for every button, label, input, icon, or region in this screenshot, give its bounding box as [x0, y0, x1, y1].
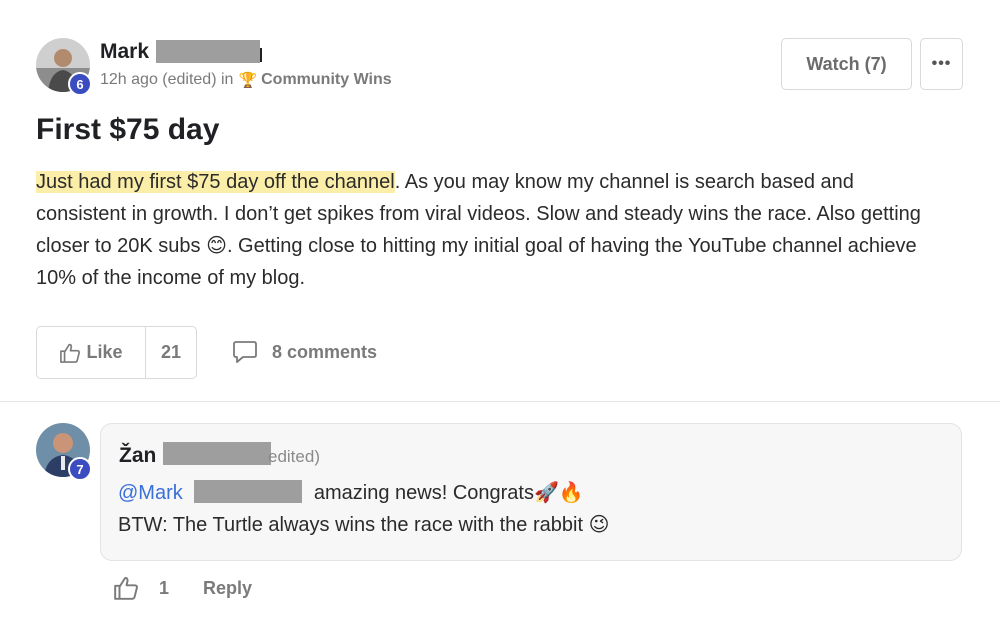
commenter-level-badge: 7 — [68, 457, 92, 481]
highlighted-text: Just had my first $75 day off the channe… — [36, 171, 395, 193]
like-control: Like 21 — [36, 326, 197, 379]
post-author-name[interactable]: Mark — [100, 40, 149, 64]
like-button[interactable]: Like — [37, 327, 146, 378]
like-count[interactable]: 21 — [146, 327, 196, 378]
comment-like-count: 1 — [159, 577, 170, 598]
comment-bubble-icon — [233, 341, 257, 363]
redacted-commenter-last-name — [163, 442, 271, 465]
comments-link[interactable]: 8 comments — [232, 340, 377, 364]
comment-author-avatar[interactable]: 7 — [36, 423, 92, 481]
mention-link[interactable]: @Mark — [118, 482, 183, 504]
commenter-name[interactable]: Žan — [119, 444, 156, 468]
more-options-button[interactable]: ••• — [920, 38, 963, 90]
post-author-avatar[interactable]: 6 — [36, 38, 92, 96]
redacted-last-name-tail — [260, 48, 262, 62]
redacted-mention-name — [194, 480, 303, 503]
comments-count-label: 8 comments — [272, 341, 378, 362]
redacted-last-name — [156, 40, 260, 63]
comment-text-1: amazing news! Congrats🚀🔥 — [313, 482, 584, 504]
divider — [0, 401, 1000, 402]
comment-like-icon[interactable] — [113, 576, 139, 600]
trophy-icon: 🏆 — [238, 72, 258, 89]
post-body: Just had my first $75 day off the channe… — [36, 166, 936, 294]
post-card: 6 Mark 12h ago (edited) in 🏆 Community W… — [0, 0, 1000, 402]
category-link[interactable]: Community Wins — [261, 71, 392, 89]
comment-line-2: BTW: The Turtle always wins the race wit… — [118, 514, 610, 536]
comment-line-1: @Mark amazing news! Congrats🚀🔥 — [118, 480, 584, 505]
post-timestamp: 12h ago (edited) in — [100, 71, 234, 88]
reply-button[interactable]: Reply — [203, 578, 252, 599]
post-meta: 12h ago (edited) in 🏆 Community Wins — [100, 71, 392, 89]
post-title: First $75 day — [36, 113, 220, 146]
watch-button[interactable]: Watch (7) — [781, 38, 912, 90]
like-label: Like — [86, 342, 123, 362]
comment-meta: edited) — [268, 447, 320, 466]
author-level-badge: 6 — [68, 72, 92, 96]
comment-actions: 1 Reply — [113, 576, 252, 600]
thumbs-up-icon — [60, 343, 81, 363]
